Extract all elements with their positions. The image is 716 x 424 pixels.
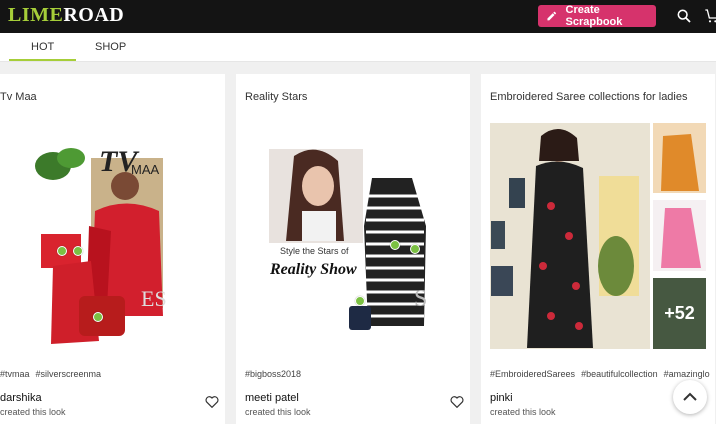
look-image[interactable]: TV MAA ES [0, 116, 225, 403]
product-hotspot[interactable] [57, 246, 67, 256]
product-hotspot[interactable] [73, 246, 83, 256]
chevron-up-icon [683, 392, 697, 401]
tag-link[interactable]: #EmbroideredSarees [490, 369, 575, 379]
author-name[interactable]: darshika [0, 392, 42, 404]
look-card[interactable]: Tv Maa TV MAA ES #tvmaa #silverscreenma d… [0, 74, 225, 424]
author-name[interactable]: meeti patel [245, 392, 299, 404]
created-label: created this look [245, 407, 311, 417]
heart-icon[interactable] [205, 395, 219, 408]
logo-road-text: ROAD [63, 4, 125, 26]
top-bar: LIMEROAD Create Scrapbook [0, 0, 716, 33]
product-hotspot[interactable] [390, 240, 400, 250]
create-scrapbook-button[interactable]: Create Scrapbook [538, 4, 656, 28]
more-count-badge: +52 [653, 278, 706, 349]
look-title: Tv Maa [0, 91, 37, 103]
tv-maa-collage: TV MAA ES [35, 145, 167, 344]
look-tags: #bigboss2018 [245, 369, 307, 379]
tab-bar: HOT SHOP [0, 33, 716, 62]
product-hotspot[interactable] [355, 296, 365, 306]
pencil-icon [547, 11, 557, 21]
look-tags: #EmbroideredSarees #beautifulcollection #a… [490, 369, 715, 379]
look-image[interactable]: +52 [481, 116, 715, 403]
created-label: created this look [490, 407, 556, 417]
limeroad-logo[interactable]: LIMEROAD [8, 4, 124, 27]
look-title: Embroidered Saree collections for ladies [490, 91, 688, 103]
logo-lime-text: LIME [8, 4, 64, 26]
svg-text:S: S [414, 286, 427, 312]
cart-icon[interactable] [704, 7, 716, 25]
svg-text:Style the Stars of: Style the Stars of [280, 246, 349, 256]
scroll-to-top-button[interactable] [673, 380, 707, 414]
product-hotspot[interactable] [93, 312, 103, 322]
look-card[interactable]: Embroidered Saree collections for ladies… [481, 74, 715, 424]
heart-icon[interactable] [450, 395, 464, 408]
search-icon[interactable] [676, 8, 692, 24]
saree-collage [490, 123, 706, 349]
svg-text:Reality Show: Reality Show [269, 261, 357, 278]
tag-link[interactable]: #bigboss2018 [245, 369, 301, 379]
product-hotspot[interactable] [410, 244, 420, 254]
svg-text:MAA: MAA [131, 162, 160, 177]
create-scrapbook-label: Create Scrapbook [565, 4, 623, 28]
active-tab-indicator [9, 59, 76, 61]
look-image[interactable]: Style the Stars of Reality Show S [236, 116, 470, 403]
tab-shop[interactable]: SHOP [95, 41, 126, 53]
look-tags: #tvmaa #silverscreenma [0, 369, 107, 379]
tag-link[interactable]: #silverscreenma [36, 369, 102, 379]
reality-stars-collage: Style the Stars of Reality Show S [269, 149, 427, 330]
svg-text:ES: ES [141, 286, 167, 311]
look-card[interactable]: Reality Stars Style the Stars of Reality… [236, 74, 470, 424]
tag-link[interactable]: #amazinglo [664, 369, 710, 379]
created-label: created this look [0, 407, 66, 417]
tag-link[interactable]: #beautifulcollection [581, 369, 658, 379]
tag-link[interactable]: #tvmaa [0, 369, 30, 379]
look-title: Reality Stars [245, 91, 308, 103]
tab-hot[interactable]: HOT [31, 41, 54, 53]
more-looks-thumbnail[interactable]: +52 [653, 278, 706, 349]
author-name[interactable]: pinki [490, 392, 513, 404]
